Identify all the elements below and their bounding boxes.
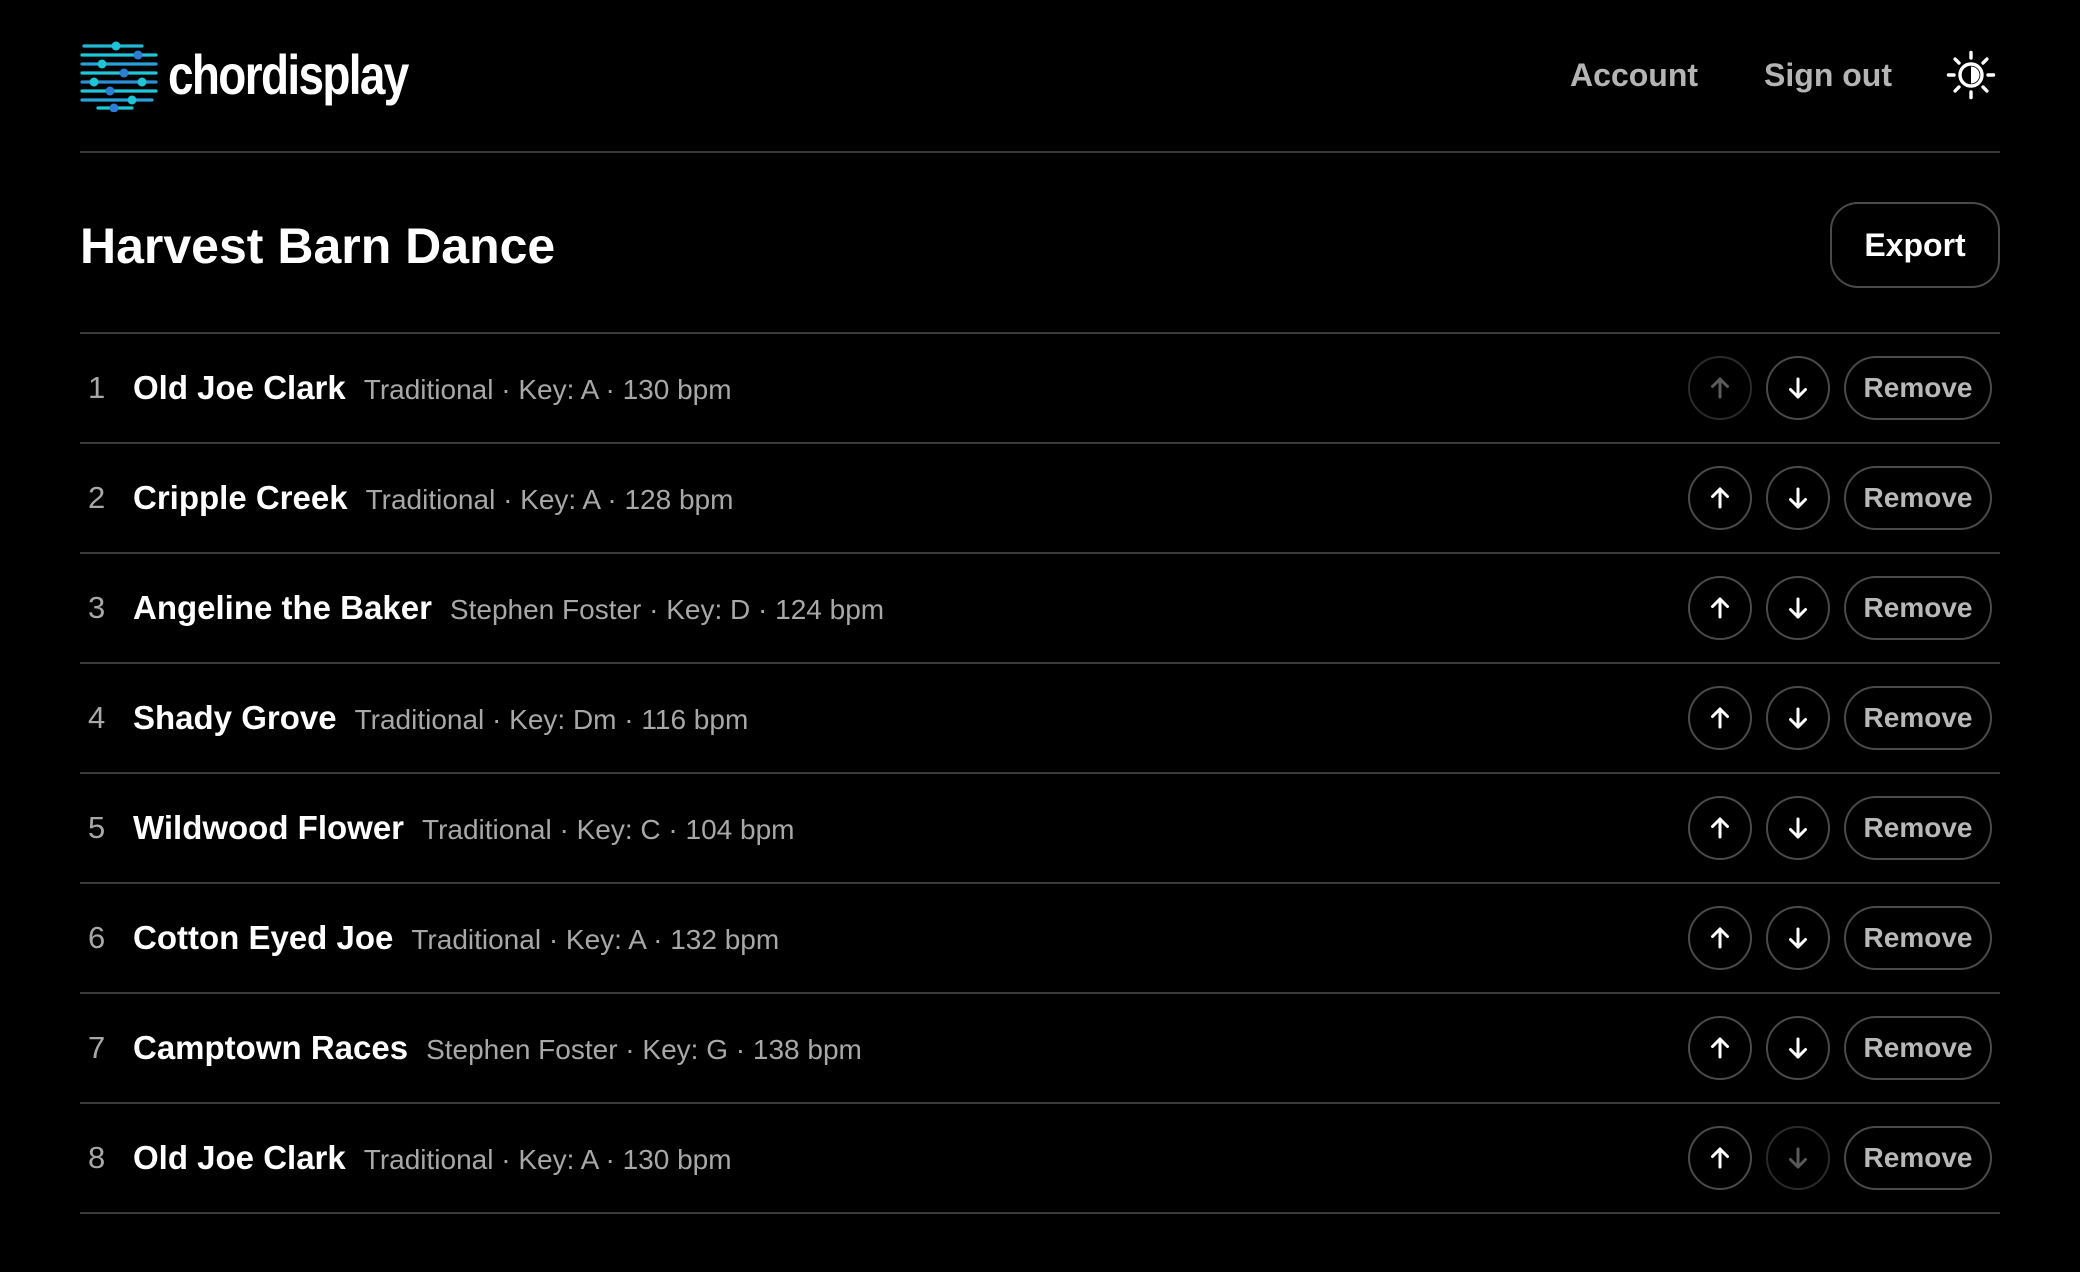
song-number: 5	[88, 810, 106, 845]
song-meta: Traditional · Key: Dm · 116 bpm	[354, 703, 749, 735]
song-meta: Traditional · Key: A · 132 bpm	[411, 923, 780, 955]
song-row: 2 Cripple Creek Traditional · Key: A · 1…	[80, 444, 2000, 554]
arrow-up-icon	[1711, 487, 1729, 509]
remove-button[interactable]: Remove	[1844, 686, 1992, 750]
song-meta: Traditional · Key: A · 128 bpm	[365, 483, 734, 515]
song-title[interactable]: Old Joe Clark	[133, 1139, 346, 1177]
song-number: 4	[88, 700, 106, 735]
move-up-button[interactable]	[1688, 796, 1752, 860]
song-title[interactable]: Wildwood Flower	[133, 809, 404, 847]
remove-button[interactable]: Remove	[1844, 576, 1992, 640]
song-title[interactable]: Cotton Eyed Joe	[133, 919, 393, 957]
move-down-button[interactable]	[1766, 796, 1830, 860]
move-up-button[interactable]	[1688, 1126, 1752, 1190]
song-meta: Traditional · Key: A · 130 bpm	[363, 1143, 732, 1175]
move-down-button[interactable]	[1766, 466, 1830, 530]
song-title[interactable]: Camptown Races	[133, 1029, 408, 1067]
arrow-down-icon	[1789, 487, 1807, 509]
sign-out-link[interactable]: Sign out	[1764, 57, 1892, 94]
song-title[interactable]: Cripple Creek	[133, 479, 348, 517]
move-down-button[interactable]	[1766, 906, 1830, 970]
move-down-button[interactable]	[1766, 1016, 1830, 1080]
arrow-up-icon	[1711, 927, 1729, 949]
row-actions: Remove	[1688, 1126, 1992, 1190]
arrow-down-icon	[1789, 707, 1807, 729]
export-button[interactable]: Export	[1830, 202, 2000, 288]
move-down-button[interactable]	[1766, 576, 1830, 640]
remove-button[interactable]: Remove	[1844, 466, 1992, 530]
song-number: 1	[88, 370, 106, 405]
song-row: 6 Cotton Eyed Joe Traditional · Key: A ·…	[80, 884, 2000, 994]
logo-text: chordisplay	[168, 43, 409, 106]
sun-icon	[1946, 50, 1996, 100]
arrow-up-icon	[1711, 597, 1729, 619]
remove-button[interactable]: Remove	[1844, 1016, 1992, 1080]
remove-button[interactable]: Remove	[1844, 906, 1992, 970]
arrow-up-icon	[1711, 1037, 1729, 1059]
song-row: 3 Angeline the Baker Stephen Foster · Ke…	[80, 554, 2000, 664]
song-meta: Traditional · Key: A · 130 bpm	[363, 373, 732, 405]
arrow-up-icon	[1711, 707, 1729, 729]
song-row: 1 Old Joe Clark Traditional · Key: A · 1…	[80, 334, 2000, 444]
move-up-button[interactable]	[1688, 906, 1752, 970]
setlist-header: Harvest Barn Dance Export	[80, 202, 2000, 290]
arrow-down-icon	[1789, 927, 1807, 949]
song-meta: Stephen Foster · Key: G · 138 bpm	[426, 1033, 862, 1065]
remove-button[interactable]: Remove	[1844, 796, 1992, 860]
move-up-button[interactable]	[1688, 356, 1752, 420]
move-down-button[interactable]	[1766, 356, 1830, 420]
arrow-up-icon	[1711, 1147, 1729, 1169]
app-header: chordisplay Account Sign out	[80, 0, 2000, 153]
page-title: Harvest Barn Dance	[80, 218, 556, 274]
move-down-button[interactable]	[1766, 1126, 1830, 1190]
arrow-up-icon	[1711, 377, 1729, 399]
song-meta: Traditional · Key: C · 104 bpm	[422, 813, 795, 845]
song-title[interactable]: Angeline the Baker	[133, 589, 432, 627]
arrow-down-icon	[1789, 817, 1807, 839]
row-actions: Remove	[1688, 466, 1992, 530]
song-title[interactable]: Old Joe Clark	[133, 369, 346, 407]
page: chordisplay Account Sign out Harvest Bar…	[0, 0, 2080, 1272]
theme-toggle-button[interactable]	[1942, 46, 2000, 104]
song-row: 7 Camptown Races Stephen Foster · Key: G…	[80, 994, 2000, 1104]
arrow-down-icon	[1789, 1147, 1807, 1169]
row-actions: Remove	[1688, 686, 1992, 750]
arrow-down-icon	[1789, 1037, 1807, 1059]
arrow-down-icon	[1789, 597, 1807, 619]
song-number: 3	[88, 590, 106, 625]
row-actions: Remove	[1688, 796, 1992, 860]
song-number: 8	[88, 1140, 106, 1175]
remove-button[interactable]: Remove	[1844, 1126, 1992, 1190]
song-list: 1 Old Joe Clark Traditional · Key: A · 1…	[80, 332, 2000, 1214]
song-number: 7	[88, 1030, 106, 1065]
move-up-button[interactable]	[1688, 576, 1752, 640]
song-number: 2	[88, 480, 106, 515]
row-actions: Remove	[1688, 1016, 1992, 1080]
song-row: 8 Old Joe Clark Traditional · Key: A · 1…	[80, 1104, 2000, 1214]
row-actions: Remove	[1688, 576, 1992, 640]
move-up-button[interactable]	[1688, 1016, 1752, 1080]
song-number: 6	[88, 920, 106, 955]
move-up-button[interactable]	[1688, 686, 1752, 750]
move-down-button[interactable]	[1766, 686, 1830, 750]
arrow-down-icon	[1789, 377, 1807, 399]
song-meta: Stephen Foster · Key: D · 124 bpm	[449, 593, 885, 625]
move-up-button[interactable]	[1688, 466, 1752, 530]
top-nav: Account Sign out	[1570, 44, 2000, 106]
arrow-up-icon	[1711, 817, 1729, 839]
account-link[interactable]: Account	[1570, 57, 1698, 94]
song-row: 4 Shady Grove Traditional · Key: Dm · 11…	[80, 664, 2000, 774]
remove-button[interactable]: Remove	[1844, 356, 1992, 420]
row-actions: Remove	[1688, 356, 1992, 420]
row-actions: Remove	[1688, 906, 1992, 970]
song-title[interactable]: Shady Grove	[133, 699, 337, 737]
song-row: 5 Wildwood Flower Traditional · Key: C ·…	[80, 774, 2000, 884]
logo[interactable]: chordisplay	[80, 38, 460, 112]
equalizer-logo-icon	[80, 41, 158, 112]
